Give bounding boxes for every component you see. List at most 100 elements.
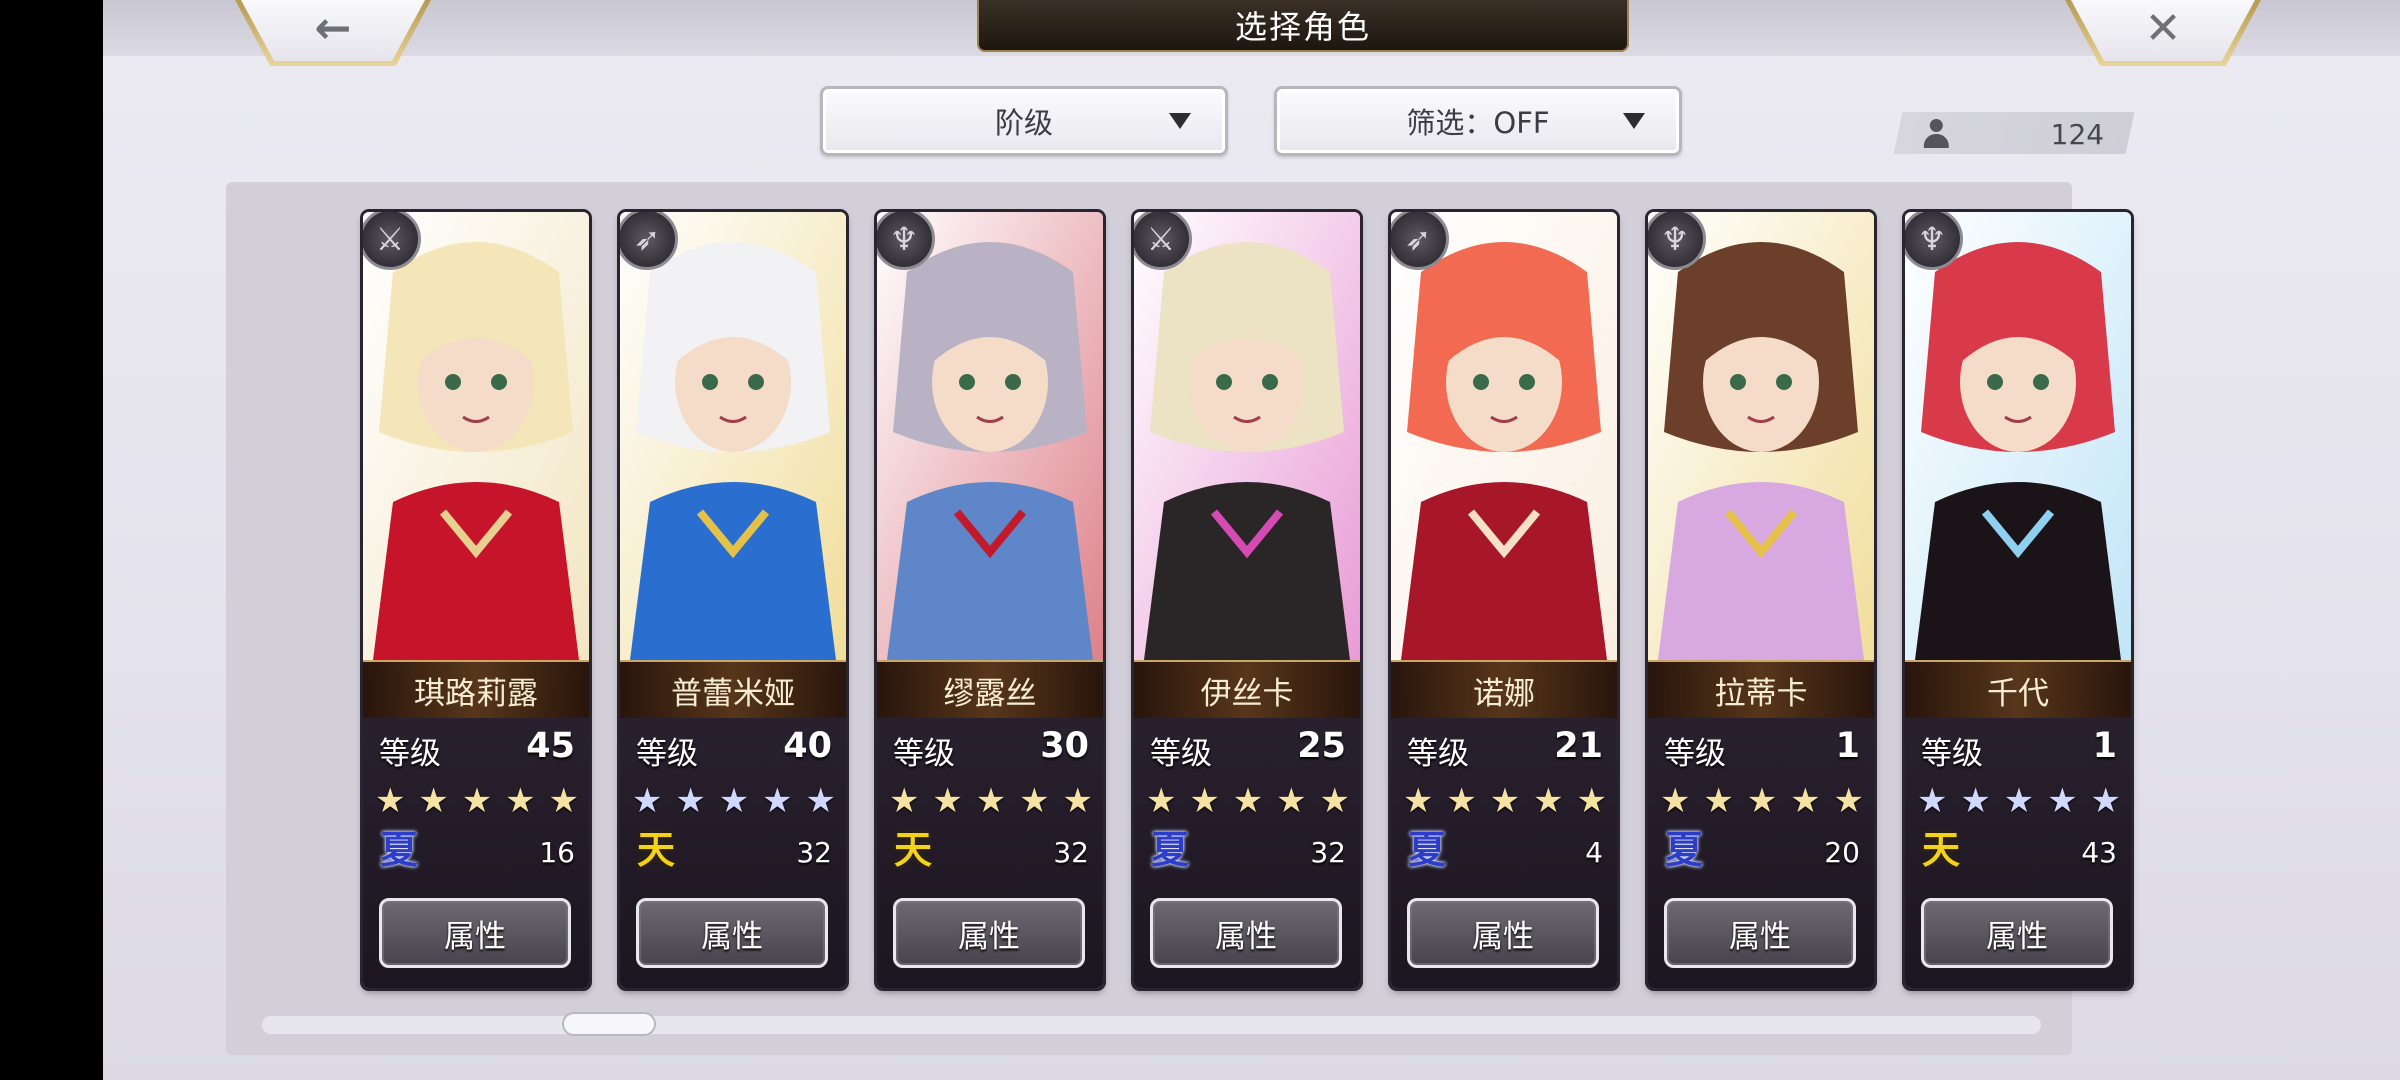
chevron-down-icon [1623, 113, 1645, 129]
star-icon: ★ [2003, 781, 2035, 821]
star-rating: ★ ★ ★ ★ ★ [1917, 784, 2121, 818]
star-icon: ★ [505, 781, 536, 821]
horizontal-scrollbar-thumb[interactable] [562, 1012, 656, 1036]
character-name: 拉蒂卡 [1714, 675, 1808, 712]
star-icon: ★ [2047, 781, 2078, 821]
level-value: 21 [1554, 726, 1603, 766]
character-portrait [1905, 212, 2131, 660]
star-icon: ★ [375, 781, 406, 821]
star-icon: ★ [975, 781, 1007, 821]
sort-dropdown[interactable]: 阶级 [820, 86, 1228, 156]
element-count: 32 [1053, 836, 1089, 869]
star-rating: ★ ★ ★ ★ ★ [1403, 784, 1607, 818]
character-card[interactable]: ➶ 诺娜 等级 21 ★ ★ ★ ★ ★ 夏 4 属性 [1391, 212, 1617, 988]
attributes-button[interactable]: 属性 [1150, 898, 1342, 968]
character-name-bar: 拉蒂卡 [1648, 660, 1874, 718]
character-portrait [1391, 212, 1617, 660]
close-button[interactable]: ✕ [2065, 0, 2261, 66]
attributes-button-label: 属性 [444, 918, 506, 955]
character-portrait [877, 212, 1103, 660]
star-icon: ★ [1790, 781, 1821, 821]
element-icon: 天 [1921, 828, 1960, 872]
level-label: 等级 [636, 736, 698, 772]
level-value: 25 [1297, 726, 1346, 766]
attributes-button[interactable]: 属性 [636, 898, 828, 968]
character-name: 诺娜 [1473, 675, 1535, 712]
element-icon: 夏 [379, 828, 418, 872]
page-title: 选择角色 [1234, 8, 1371, 46]
character-name: 缪露丝 [943, 675, 1037, 712]
filter-dropdown[interactable]: 筛选：OFF [1274, 86, 1682, 156]
attributes-button[interactable]: 属性 [1664, 898, 1856, 968]
star-icon: ★ [1403, 781, 1434, 821]
star-icon: ★ [1703, 781, 1734, 821]
character-name-bar: 普蕾米娅 [620, 660, 846, 718]
star-icon: ★ [762, 781, 793, 821]
star-icon: ★ [1146, 781, 1177, 821]
level-label: 等级 [1921, 736, 1983, 772]
attributes-button-label: 属性 [958, 918, 1020, 955]
character-card[interactable]: ➶ 普蕾米娅 等级 40 ★ ★ ★ ★ ★ 天 32 属性 [620, 212, 846, 988]
star-icon: ★ [548, 781, 579, 821]
star-icon: ★ [1189, 781, 1220, 821]
star-icon: ★ [1446, 781, 1477, 821]
star-icon: ★ [1533, 781, 1564, 821]
element-count: 43 [2081, 836, 2117, 869]
character-card[interactable]: ⚔ 伊丝卡 等级 25 ★ ★ ★ ★ ★ 夏 32 属性 [1134, 212, 1360, 988]
element-count: 20 [1824, 836, 1860, 869]
attributes-button[interactable]: 属性 [1921, 898, 2113, 968]
back-button[interactable]: ← [235, 0, 431, 66]
level-value: 30 [1040, 726, 1089, 766]
star-rating: ★ ★ ★ ★ ★ [1660, 784, 1864, 818]
star-icon: ★ [1019, 781, 1050, 821]
star-icon: ★ [675, 781, 706, 821]
level-label: 等级 [379, 736, 441, 772]
star-icon: ★ [1746, 781, 1778, 821]
star-icon: ★ [1576, 781, 1607, 821]
star-icon: ★ [1319, 781, 1350, 821]
character-name-bar: 琪路莉露 [363, 660, 589, 718]
level-value: 40 [783, 726, 832, 766]
star-icon: ★ [461, 781, 493, 821]
star-icon: ★ [2090, 781, 2121, 821]
character-card[interactable]: ♆ 拉蒂卡 等级 1 ★ ★ ★ ★ ★ 夏 20 属性 [1648, 212, 1874, 988]
character-portrait [1134, 212, 1360, 660]
level-label: 等级 [893, 736, 955, 772]
level-value: 1 [2092, 726, 2117, 766]
attributes-button[interactable]: 属性 [1407, 898, 1599, 968]
character-name: 琪路莉露 [414, 675, 538, 712]
level-label: 等级 [1407, 736, 1469, 772]
character-portrait [620, 212, 846, 660]
sort-dropdown-label: 阶级 [994, 106, 1053, 140]
character-card[interactable]: ⚔ 琪路莉露 等级 45 ★ ★ ★ ★ ★ 夏 16 属性 [363, 212, 589, 988]
horizontal-scrollbar-track[interactable] [262, 1016, 2041, 1034]
character-card[interactable]: ♆ 千代 等级 1 ★ ★ ★ ★ ★ 天 43 属性 [1905, 212, 2131, 988]
star-rating: ★ ★ ★ ★ ★ [632, 784, 836, 818]
character-card[interactable]: ♆ 缪露丝 等级 30 ★ ★ ★ ★ ★ 天 32 属性 [877, 212, 1103, 988]
attributes-button-label: 属性 [1729, 918, 1791, 955]
chevron-down-icon [1169, 113, 1191, 129]
star-icon: ★ [418, 781, 449, 821]
star-icon: ★ [1062, 781, 1093, 821]
character-name-bar: 伊丝卡 [1134, 660, 1360, 718]
star-icon: ★ [1960, 781, 1991, 821]
attributes-button[interactable]: 属性 [893, 898, 1085, 968]
star-icon: ★ [805, 781, 836, 821]
star-icon: ★ [632, 781, 663, 821]
character-name: 伊丝卡 [1200, 675, 1294, 712]
attributes-button[interactable]: 属性 [379, 898, 571, 968]
back-arrow-icon: ← [314, 3, 352, 54]
page-title-plate: 选择角色 [977, 0, 1629, 52]
character-name-bar: 诺娜 [1391, 660, 1617, 718]
roster-count: 124 [2050, 118, 2104, 151]
element-icon: 夏 [1664, 828, 1703, 872]
character-name-bar: 千代 [1905, 660, 2131, 718]
attributes-button-label: 属性 [701, 918, 763, 955]
level-value: 45 [526, 726, 575, 766]
roster-count-badge: 124 [1893, 112, 2135, 154]
filter-dropdown-label: 筛选：OFF [1406, 106, 1550, 140]
level-label: 等级 [1664, 736, 1726, 772]
user-icon [1923, 119, 1949, 149]
star-icon: ★ [889, 781, 920, 821]
element-icon: 天 [636, 828, 675, 872]
